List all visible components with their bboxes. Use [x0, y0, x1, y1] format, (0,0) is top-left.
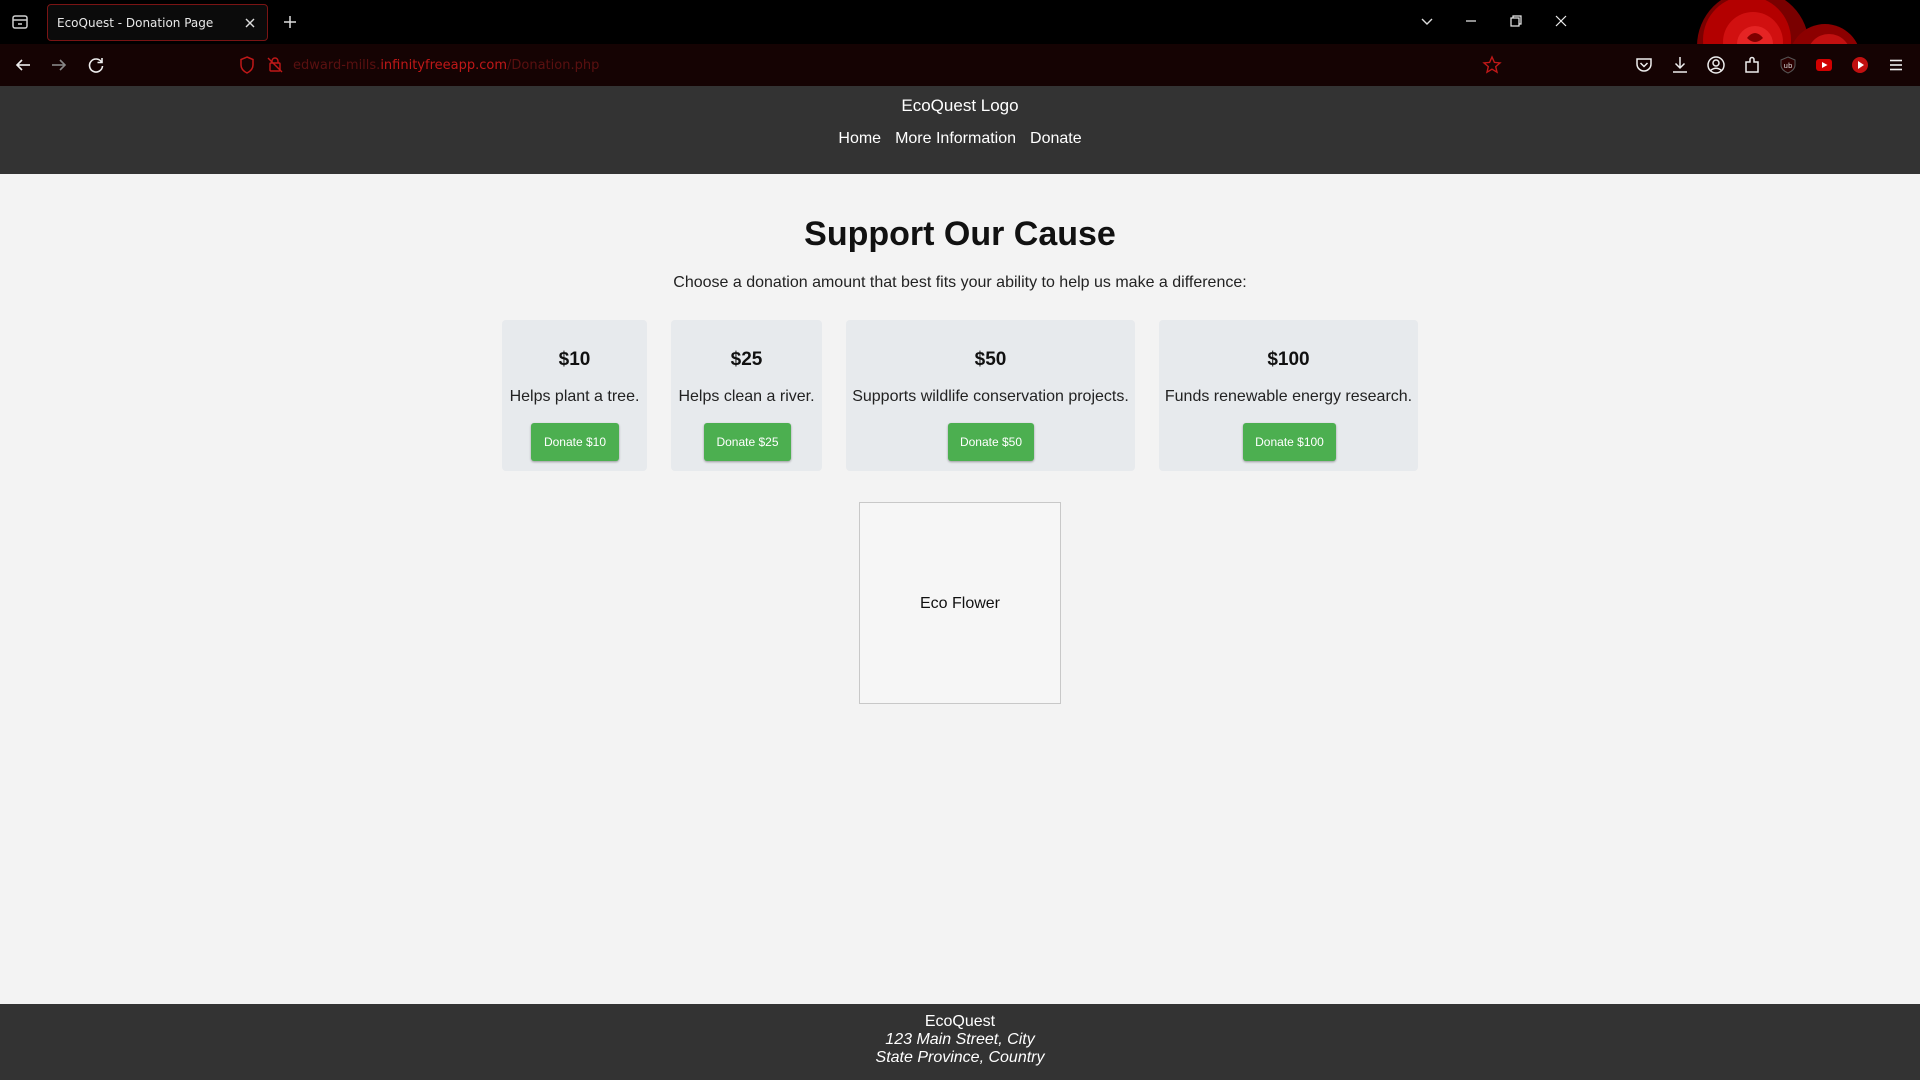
browser-tab-active[interactable]: EcoQuest - Donation Page	[47, 4, 268, 41]
reload-icon[interactable]	[85, 54, 107, 76]
donation-amount: $50	[974, 349, 1007, 370]
nav-link-donate[interactable]: Donate	[1030, 130, 1082, 148]
chevron-down-icon[interactable]	[1420, 14, 1434, 28]
pocket-icon[interactable]	[1633, 54, 1655, 76]
site-footer: EcoQuest 123 Main Street, City State Pro…	[0, 1004, 1920, 1080]
donation-description: Helps plant a tree.	[509, 388, 640, 405]
donation-description: Funds renewable energy research.	[1164, 388, 1413, 405]
account-icon[interactable]	[1705, 54, 1727, 76]
donation-description: Helps clean a river.	[678, 388, 815, 405]
donation-amount: $10	[558, 349, 591, 370]
footer-address-line1: 123 Main Street, City	[885, 1031, 1035, 1048]
site-header: EcoQuest Logo Home More Information Dona…	[0, 86, 1920, 174]
url-path: /Donation.php	[507, 58, 600, 73]
donation-card-25: $25 Helps clean a river. Donate $25	[671, 320, 822, 471]
nav-link-home[interactable]: Home	[838, 130, 881, 148]
shield-icon[interactable]	[236, 54, 258, 76]
tracking-blocked-icon[interactable]	[264, 54, 286, 76]
donate-50-button[interactable]: Donate $50	[948, 423, 1034, 461]
donation-amount: $100	[1267, 349, 1310, 370]
donate-100-button[interactable]: Donate $100	[1243, 423, 1336, 461]
browser-toolbar: edward-mills.infinityfreeapp.com/Donatio…	[0, 44, 1920, 86]
play-icon[interactable]	[1849, 54, 1871, 76]
donation-card-50: $50 Supports wildlife conservation proje…	[846, 320, 1135, 471]
donate-10-button[interactable]: Donate $10	[531, 423, 619, 461]
download-icon[interactable]	[1669, 54, 1691, 76]
footer-org-name: EcoQuest	[924, 1013, 996, 1030]
nav-link-more-information[interactable]: More Information	[895, 130, 1016, 148]
restore-icon[interactable]	[1509, 14, 1523, 28]
site-nav: Home More Information Donate	[0, 130, 1920, 148]
tab-title: EcoQuest - Donation Page	[57, 16, 214, 30]
donation-description: Supports wildlife conservation projects.	[852, 388, 1129, 405]
close-window-icon[interactable]	[1554, 14, 1568, 28]
forward-arrow-icon[interactable]	[48, 54, 70, 76]
site-logo[interactable]: EcoQuest Logo	[0, 96, 1920, 116]
donation-amount: $25	[730, 349, 763, 370]
image-alt-text: Eco Flower	[919, 595, 1001, 612]
ublock-icon[interactable]: ub	[1777, 54, 1799, 76]
plus-icon[interactable]	[281, 13, 299, 31]
bookmark-star-icon[interactable]	[1481, 54, 1503, 76]
donation-card-10: $10 Helps plant a tree. Donate $10	[502, 320, 647, 471]
svg-text:ub: ub	[1784, 62, 1793, 70]
eco-flower-image: Eco Flower	[859, 502, 1061, 704]
back-arrow-icon[interactable]	[12, 54, 34, 76]
youtube-icon[interactable]	[1813, 54, 1835, 76]
url-subdomain: edward-mills.	[293, 58, 381, 73]
donate-25-button[interactable]: Donate $25	[704, 423, 791, 461]
page-subtitle: Choose a donation amount that best fits …	[673, 274, 1247, 291]
address-bar[interactable]: edward-mills.infinityfreeapp.com/Donatio…	[293, 58, 599, 73]
menu-icon[interactable]	[1885, 54, 1907, 76]
page-title: Support Our Cause	[804, 215, 1116, 253]
extensions-icon[interactable]	[1741, 54, 1763, 76]
close-icon[interactable]	[243, 16, 257, 30]
footer-address-line2: State Province, Country	[875, 1049, 1045, 1066]
minimize-icon[interactable]	[1464, 14, 1478, 28]
browser-tab-bar: EcoQuest - Donation Page	[0, 0, 1920, 86]
url-domain: infinityfreeapp.com	[380, 58, 507, 73]
tab-list-icon[interactable]	[10, 12, 30, 32]
donation-card-100: $100 Funds renewable energy research. Do…	[1159, 320, 1418, 471]
